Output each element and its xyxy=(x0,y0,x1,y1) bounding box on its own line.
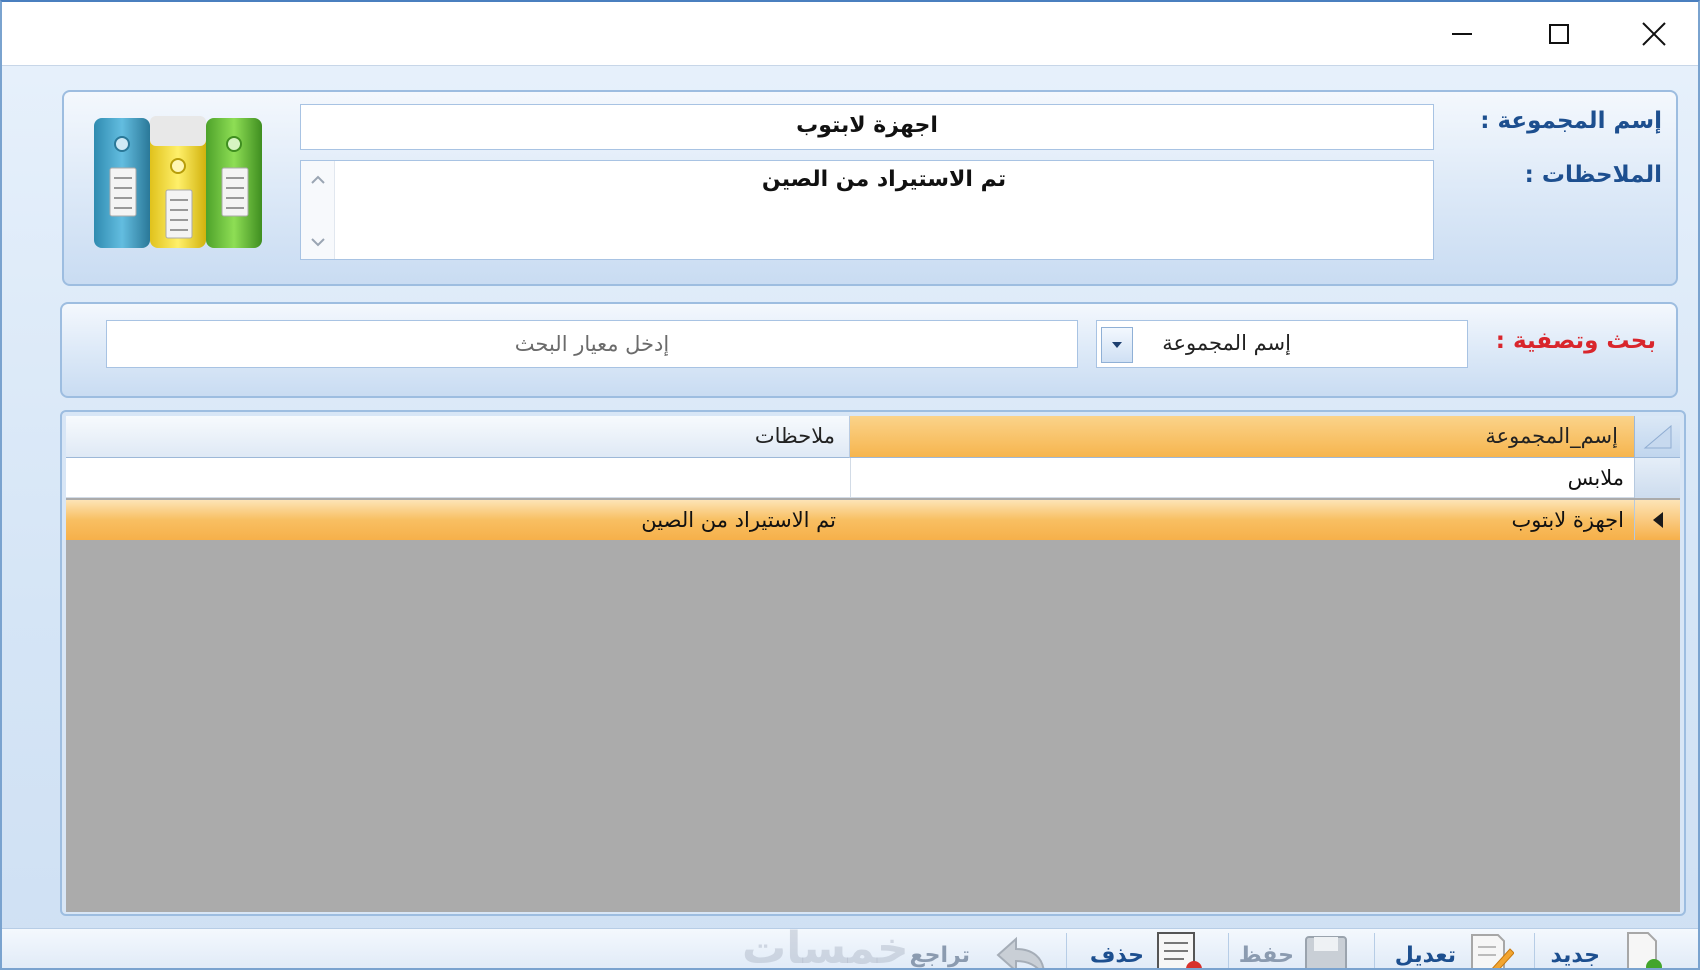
app-window: اجهزة لابتوب إسم المجموعة : تم الاستيراد… xyxy=(0,0,1700,970)
cell-notes[interactable] xyxy=(66,458,850,498)
edit-button[interactable]: تعديل xyxy=(1384,929,1532,968)
undo-button[interactable]: تراجع xyxy=(908,929,1058,968)
current-row-icon xyxy=(1653,512,1663,528)
dropdown-button[interactable] xyxy=(1101,327,1133,363)
close-button[interactable] xyxy=(1614,10,1694,58)
cell-text: اجهزة لابتوب xyxy=(1511,508,1624,532)
group-name-value: اجهزة لابتوب xyxy=(796,113,938,138)
save-icon xyxy=(1305,936,1347,968)
table-row-selected[interactable]: اجهزة لابتوب تم الاستيراد من الصين xyxy=(66,500,1680,540)
maximize-icon xyxy=(1549,24,1569,44)
binders-icon xyxy=(94,116,262,248)
notes-value: تم الاستيراد من الصين xyxy=(761,167,1007,192)
row-selector[interactable] xyxy=(1634,458,1680,498)
title-bar xyxy=(2,2,1698,66)
minimize-icon xyxy=(1452,33,1472,35)
toolbar-separator xyxy=(1374,933,1375,968)
search-input[interactable] xyxy=(106,320,1078,368)
search-label: بحث وتصفية : xyxy=(1495,328,1656,354)
action-toolbar: خمسات جديد تعديل حفظ حذف تراجع xyxy=(2,928,1698,970)
group-name-field[interactable]: اجهزة لابتوب xyxy=(300,104,1434,150)
maximize-button[interactable] xyxy=(1519,10,1599,58)
new-label: جديد xyxy=(1550,943,1600,968)
toolbar-separator xyxy=(1534,933,1535,968)
toolbar-separator xyxy=(1066,933,1067,968)
close-icon xyxy=(1642,22,1666,46)
toolbar-separator xyxy=(1228,933,1229,968)
cell-notes[interactable]: تم الاستيراد من الصين xyxy=(66,500,850,540)
notes-label: الملاحظات : xyxy=(1524,162,1662,188)
table-row[interactable]: ملابس xyxy=(66,458,1680,498)
watermark: خمسات xyxy=(742,928,909,970)
column-header-label: ملاحظات xyxy=(754,424,835,448)
search-panel: إسم المجموعة بحث وتصفية : xyxy=(60,302,1678,398)
grid-body: إسم_المجموعة ملاحظات ملابس اجهزة لابتوب … xyxy=(66,416,1680,912)
cell-group-name[interactable]: اجهزة لابتوب xyxy=(850,500,1634,540)
save-button[interactable]: حفظ xyxy=(1238,929,1370,968)
row-selector[interactable] xyxy=(1634,500,1680,540)
delete-button[interactable]: حذف xyxy=(1076,929,1224,968)
new-button[interactable]: جديد xyxy=(1542,929,1692,968)
group-info-panel: اجهزة لابتوب إسم المجموعة : تم الاستيراد… xyxy=(62,90,1678,286)
cell-text: تم الاستيراد من الصين xyxy=(641,508,836,532)
edit-document-icon xyxy=(1471,934,1514,968)
new-document-icon xyxy=(1627,932,1662,968)
cell-text: ملابس xyxy=(1567,466,1624,490)
scroll-down-icon[interactable] xyxy=(309,233,327,251)
column-header-label: إسم_المجموعة xyxy=(1485,424,1618,448)
edit-label: تعديل xyxy=(1394,943,1456,968)
delete-label: حذف xyxy=(1089,943,1144,968)
notes-field[interactable]: تم الاستيراد من الصين xyxy=(300,160,1434,260)
column-header-group-name[interactable]: إسم_المجموعة xyxy=(850,416,1634,458)
notes-scrollbar[interactable] xyxy=(301,161,335,259)
groups-grid: إسم_المجموعة ملاحظات ملابس اجهزة لابتوب … xyxy=(60,410,1686,916)
search-field-value: إسم المجموعة xyxy=(1162,331,1291,355)
client-area: اجهزة لابتوب إسم المجموعة : تم الاستيراد… xyxy=(2,66,1698,970)
save-label: حفظ xyxy=(1238,943,1294,968)
undo-icon xyxy=(996,936,1045,968)
grid-select-all[interactable] xyxy=(1634,416,1680,458)
chevron-down-icon xyxy=(1112,342,1122,348)
column-header-notes[interactable]: ملاحظات xyxy=(66,416,850,458)
scroll-up-icon[interactable] xyxy=(309,171,327,189)
group-name-label: إسم المجموعة : xyxy=(1480,108,1662,134)
delete-document-icon xyxy=(1157,932,1202,968)
undo-label: تراجع xyxy=(909,943,970,968)
cell-group-name[interactable]: ملابس xyxy=(850,458,1634,498)
search-field-select[interactable]: إسم المجموعة xyxy=(1096,320,1468,368)
minimize-button[interactable] xyxy=(1422,10,1502,58)
select-all-icon xyxy=(1643,424,1672,449)
